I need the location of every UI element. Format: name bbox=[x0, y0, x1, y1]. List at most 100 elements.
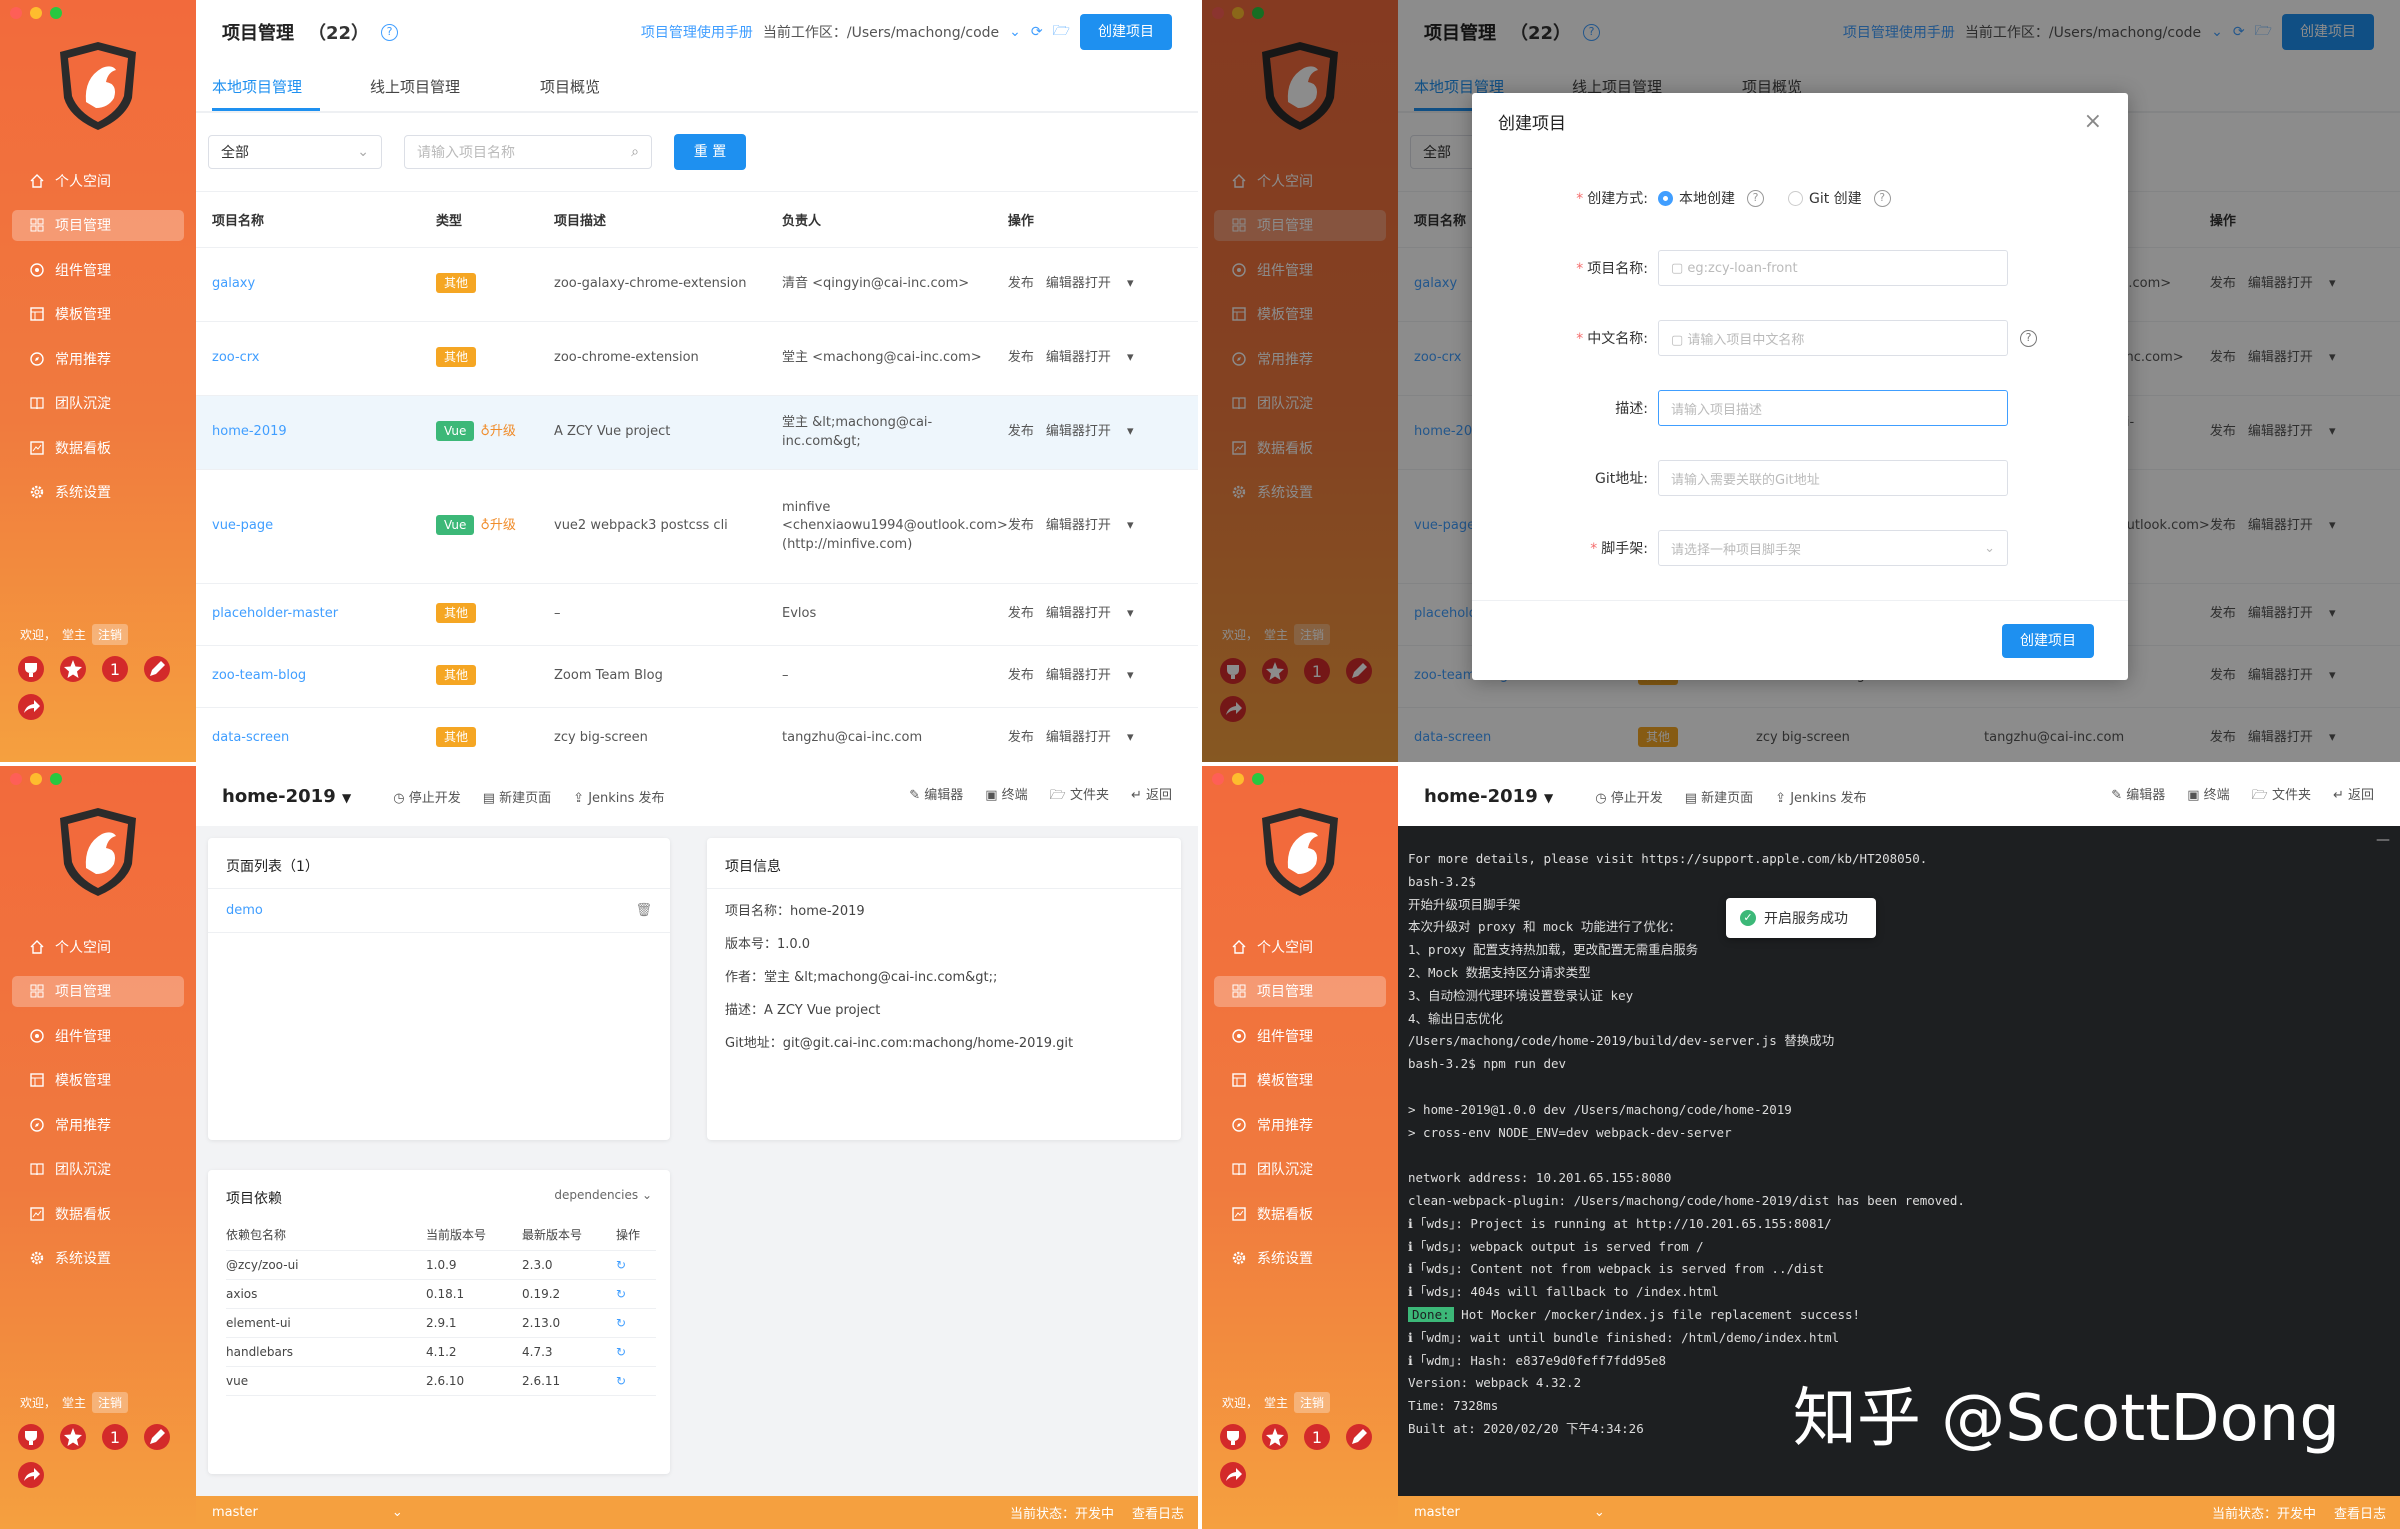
update-icon[interactable]: ↻ bbox=[616, 1374, 626, 1388]
branch-select[interactable]: master bbox=[1414, 1505, 1460, 1520]
view-log-link[interactable]: 查看日志 bbox=[2334, 1503, 2386, 1522]
chevron-down-icon[interactable]: ⌄ bbox=[1594, 1505, 1605, 1520]
pen-badge-icon[interactable] bbox=[1344, 1422, 1374, 1452]
open-editor-button[interactable]: 编辑器打开 ▾ bbox=[1046, 606, 1146, 621]
star-badge-icon[interactable] bbox=[58, 1422, 88, 1452]
project-name-link[interactable]: zoo-team-blog bbox=[212, 668, 306, 683]
chevron-down-icon[interactable]: ⌄ bbox=[392, 1505, 403, 1520]
trophy-badge-icon[interactable] bbox=[16, 654, 46, 684]
upgrade-button[interactable]: ♁升级 bbox=[480, 518, 516, 533]
publish-button[interactable]: 发布 bbox=[1008, 276, 1034, 291]
jenkins-publish-button[interactable]: ⇪ Jenkins 发布 bbox=[573, 787, 664, 806]
project-name-link[interactable]: placeholder-master bbox=[212, 606, 338, 621]
refresh-icon[interactable]: ⟳ bbox=[1031, 24, 1043, 40]
minimize-terminal-icon[interactable]: — bbox=[2376, 832, 2390, 848]
share-badge-icon[interactable] bbox=[1218, 1460, 1248, 1490]
git-url-input[interactable]: 请输入需要关联的Git地址 bbox=[1658, 460, 2008, 496]
publish-button[interactable]: 发布 bbox=[1008, 606, 1034, 621]
trophy-badge-icon[interactable] bbox=[16, 1422, 46, 1452]
minimize-window-button[interactable] bbox=[30, 7, 42, 19]
number-badge-icon[interactable]: 1 bbox=[100, 654, 130, 684]
open-terminal-button[interactable]: ▣ 终端 bbox=[2187, 784, 2229, 808]
upgrade-button[interactable]: ♁升级 bbox=[480, 424, 516, 439]
radio-git-label[interactable]: Git 创建 bbox=[1809, 188, 1862, 208]
close-window-button[interactable] bbox=[1212, 773, 1224, 785]
radio-local-label[interactable]: 本地创建 bbox=[1679, 188, 1735, 208]
number-badge-icon[interactable]: 1 bbox=[100, 1422, 130, 1452]
back-button[interactable]: ↵ 返回 bbox=[1131, 784, 1172, 808]
pen-badge-icon[interactable] bbox=[142, 1422, 172, 1452]
nav-settings[interactable]: 系统设置 bbox=[12, 477, 184, 508]
open-folder-button[interactable]: 🗁 文件夹 bbox=[2252, 784, 2311, 808]
update-icon[interactable]: ↻ bbox=[616, 1345, 626, 1359]
logout-button[interactable]: 注销 bbox=[92, 624, 129, 645]
zoom-window-button[interactable] bbox=[50, 7, 62, 19]
stop-dev-button[interactable]: ◷ 停止开发 bbox=[393, 787, 461, 806]
nav-team-knowledge[interactable]: 团队沉淀 bbox=[1214, 1154, 1386, 1185]
folder-icon[interactable]: 🗁 bbox=[1053, 20, 1070, 44]
open-editor-button[interactable]: 编辑器打开 ▾ bbox=[1046, 276, 1146, 291]
jenkins-publish-button[interactable]: ⇪ Jenkins 发布 bbox=[1775, 787, 1866, 806]
pen-badge-icon[interactable] bbox=[142, 654, 172, 684]
open-editor-button[interactable]: 编辑器打开 ▾ bbox=[1046, 730, 1146, 745]
open-editor-button[interactable]: 编辑器打开 ▾ bbox=[1046, 668, 1146, 683]
project-switcher[interactable]: home-2019 bbox=[1424, 786, 1538, 807]
nav-dashboard[interactable]: 数据看板 bbox=[12, 432, 184, 463]
publish-button[interactable]: 发布 bbox=[1008, 730, 1034, 745]
share-badge-icon[interactable] bbox=[16, 1460, 46, 1490]
publish-button[interactable]: 发布 bbox=[1008, 518, 1034, 533]
minimize-window-button[interactable] bbox=[1232, 773, 1244, 785]
zoom-window-button[interactable] bbox=[50, 773, 62, 785]
nav-recommendations[interactable]: 常用推荐 bbox=[1214, 1109, 1386, 1140]
caret-down-icon[interactable]: ▼ bbox=[1544, 791, 1553, 805]
nav-team-knowledge[interactable]: 团队沉淀 bbox=[12, 388, 184, 419]
nav-personal-space[interactable]: 个人空间 bbox=[1214, 931, 1386, 962]
project-name-link[interactable]: home-2019 bbox=[212, 424, 287, 439]
nav-project-management[interactable]: 项目管理 bbox=[12, 209, 184, 241]
project-name-link[interactable]: zoo-crx bbox=[212, 350, 260, 365]
update-icon[interactable]: ↻ bbox=[616, 1258, 626, 1272]
nav-recommendations[interactable]: 常用推荐 bbox=[12, 343, 184, 374]
nav-template-management[interactable]: 模板管理 bbox=[1214, 1065, 1386, 1096]
open-editor-button[interactable]: ✎ 编辑器 bbox=[909, 784, 963, 808]
nav-template-management[interactable]: 模板管理 bbox=[12, 1065, 184, 1096]
scaffold-select[interactable]: 请选择一种项目脚手架 ⌄ bbox=[1658, 530, 2008, 566]
help-icon[interactable]: ? bbox=[1747, 189, 1764, 207]
nav-settings[interactable]: 系统设置 bbox=[12, 1243, 184, 1274]
nav-project-management[interactable]: 项目管理 bbox=[1214, 975, 1386, 1007]
open-editor-button[interactable]: ✎ 编辑器 bbox=[2111, 784, 2165, 808]
help-icon[interactable]: ? bbox=[381, 23, 399, 41]
create-project-button[interactable]: 创建项目 bbox=[1080, 14, 1172, 50]
close-window-button[interactable] bbox=[10, 7, 22, 19]
open-folder-button[interactable]: 🗁 文件夹 bbox=[1050, 784, 1109, 808]
view-log-link[interactable]: 查看日志 bbox=[1132, 1503, 1184, 1522]
zoom-window-button[interactable] bbox=[1252, 773, 1264, 785]
page-link[interactable]: demo bbox=[226, 903, 263, 918]
tab-online-projects[interactable]: 线上项目管理 bbox=[370, 64, 490, 111]
nav-component-management[interactable]: 组件管理 bbox=[12, 254, 184, 285]
nav-template-management[interactable]: 模板管理 bbox=[12, 299, 184, 330]
nav-component-management[interactable]: 组件管理 bbox=[12, 1020, 184, 1051]
project-name-link[interactable]: data-screen bbox=[212, 730, 289, 745]
project-name-input[interactable]: ▢ eg:zcy-loan-front bbox=[1658, 250, 2008, 286]
caret-down-icon[interactable]: ▼ bbox=[342, 791, 351, 805]
publish-button[interactable]: 发布 bbox=[1008, 350, 1034, 365]
star-badge-icon[interactable] bbox=[58, 654, 88, 684]
close-icon[interactable]: × bbox=[2084, 109, 2102, 134]
cn-name-input[interactable]: ▢ 请输入项目中文名称 bbox=[1658, 320, 2008, 356]
type-select[interactable]: 全部 ⌄ bbox=[208, 135, 382, 169]
workspace-dropdown-icon[interactable]: ⌄ bbox=[1009, 24, 1021, 40]
nav-personal-space[interactable]: 个人空间 bbox=[12, 165, 184, 196]
update-icon[interactable]: ↻ bbox=[616, 1316, 626, 1330]
branch-select[interactable]: master bbox=[212, 1505, 258, 1520]
open-terminal-button[interactable]: ▣ 终端 bbox=[985, 784, 1027, 808]
share-badge-icon[interactable] bbox=[16, 692, 46, 722]
logout-button[interactable]: 注销 bbox=[92, 1392, 129, 1413]
nav-recommendations[interactable]: 常用推荐 bbox=[12, 1109, 184, 1140]
radio-git[interactable] bbox=[1788, 190, 1803, 206]
project-search-input[interactable]: 请输入项目名称 ⌕ bbox=[404, 135, 652, 169]
nav-component-management[interactable]: 组件管理 bbox=[1214, 1020, 1386, 1051]
number-badge-icon[interactable]: 1 bbox=[1302, 1422, 1332, 1452]
minimize-window-button[interactable] bbox=[30, 773, 42, 785]
desc-input[interactable]: 请输入项目描述 bbox=[1658, 390, 2008, 426]
